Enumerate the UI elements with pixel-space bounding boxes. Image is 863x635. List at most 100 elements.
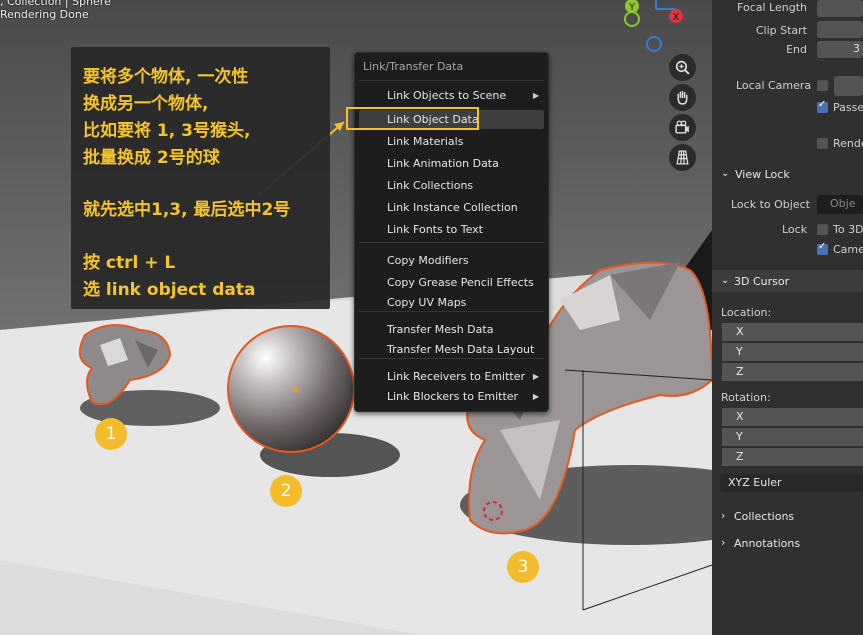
chevron-down-icon: ⌄ — [721, 275, 730, 286]
ortho-toggle-button[interactable] — [669, 144, 696, 171]
sphere-2 — [227, 325, 355, 453]
rotation-mode-select[interactable]: XYZ Euler — [720, 474, 863, 492]
local-camera-checkbox[interactable] — [817, 80, 828, 91]
local-camera-picker[interactable] — [834, 76, 863, 96]
clip-end-field[interactable]: 3 — [817, 41, 863, 58]
lock-label: Lock — [782, 223, 808, 236]
camera-to-view-checkbox[interactable] — [817, 241, 828, 255]
passepartout-checkbox[interactable] — [817, 99, 828, 113]
location-y-field[interactable]: Y — [722, 343, 863, 361]
menu-item-label: Link Instance Collection — [387, 201, 518, 214]
3d-cursor-header[interactable]: ⌄ 3D Cursor — [712, 270, 863, 292]
sphere-origin — [293, 387, 299, 393]
rotation-label: Rotation: — [721, 391, 771, 404]
annotations-header[interactable]: › Annotations — [712, 533, 863, 555]
clip-end-label: End — [786, 43, 807, 56]
navigation-gizmo[interactable]: Y X — [618, 0, 698, 60]
menu-item-link-animation-data[interactable]: Link Animation Data — [359, 154, 544, 173]
menu-item-label: Link Materials — [387, 135, 464, 148]
rotation-z-field[interactable]: Z — [722, 448, 863, 466]
rotation-y-field[interactable]: Y — [722, 428, 863, 446]
chevron-right-icon: › — [721, 509, 726, 522]
location-x-field[interactable]: X — [722, 323, 863, 341]
focal-length-field[interactable] — [817, 0, 863, 17]
view-lock-title: View Lock — [735, 168, 790, 181]
lock-object-placeholder: Obje — [830, 197, 856, 210]
hud-collection-text: , Collection | Sphere — [0, 0, 111, 8]
rotation-mode-value: XYZ Euler — [728, 476, 782, 489]
note-line-3: 比如要将 1, 3号猴头, — [83, 121, 251, 141]
3d-cursor-title: 3D Cursor — [734, 275, 790, 288]
annotation-note: 要将多个物体, 一次性 换成另一个物体, 比如要将 1, 3号猴头, 批量换成 … — [71, 47, 330, 309]
y-neg-handle — [624, 11, 640, 27]
menu-item-link-collections[interactable]: Link Collections — [359, 176, 544, 195]
highlight-box — [346, 107, 479, 130]
camera-to-view-label: Came — [833, 243, 863, 256]
note-line-4: 批量换成 2号的球 — [83, 148, 220, 168]
menu-item-copy-modifiers[interactable]: Copy Modifiers — [359, 251, 544, 270]
menu-item-copy-grease-pencil-effects[interactable]: Copy Grease Pencil Effects — [359, 273, 544, 292]
view-lock-header[interactable]: ⌄ View Lock — [712, 165, 863, 187]
properties-sidebar: Focal Length Clip Start End 3 Local Came… — [712, 0, 863, 635]
z-neg-handle — [646, 36, 662, 52]
pan-button[interactable] — [669, 84, 696, 111]
clip-start-label: Clip Start — [755, 24, 807, 37]
menu-item-label: Link Receivers to Emitter — [387, 370, 526, 383]
chevron-down-icon: ⌄ — [721, 168, 730, 179]
menu-item-label: Link Animation Data — [387, 157, 499, 170]
axis-label: Z — [736, 365, 744, 378]
menu-item-label: Copy Modifiers — [387, 254, 469, 267]
camera-view-icon — [675, 120, 689, 134]
menu-item-link-instance-collection[interactable]: Link Instance Collection — [359, 198, 544, 217]
note-line-5: 就先选中1,3, 最后选中2号 — [83, 200, 291, 220]
collections-title: Collections — [734, 510, 795, 523]
annotations-title: Annotations — [734, 537, 801, 550]
rotation-x-field[interactable]: X — [722, 408, 863, 426]
menu-divider — [359, 242, 544, 243]
camera-view-button[interactable] — [669, 114, 696, 141]
menu-item-link-fonts-to-text[interactable]: Link Fonts to Text — [359, 220, 544, 239]
clip-start-field[interactable] — [817, 21, 863, 38]
render-region-label: Rende — [833, 137, 863, 150]
clip-end-value: 3 — [853, 42, 860, 55]
axis-label: X — [736, 325, 744, 338]
hand-pan-icon — [677, 90, 688, 105]
axis-label: Y — [736, 345, 743, 358]
menu-item-label: Copy Grease Pencil Effects — [387, 276, 534, 289]
marker-2: 2 — [270, 475, 302, 507]
submenu-arrow-icon: ▶ — [532, 91, 539, 100]
menu-item-link-objects-to-scene[interactable]: Link Objects to Scene ▶ — [359, 86, 544, 105]
lock-to-cursor-checkbox[interactable] — [817, 224, 828, 235]
x-axis-label: X — [673, 12, 680, 23]
menu-item-transfer-mesh-data[interactable]: Transfer Mesh Data — [359, 320, 544, 339]
menu-item-transfer-mesh-data-layout[interactable]: Transfer Mesh Data Layout — [359, 340, 544, 359]
menu-item-link-receivers-to-emitter[interactable]: Link Receivers to Emitter ▶ — [359, 367, 544, 386]
menu-item-label: Link Objects to Scene — [387, 89, 507, 102]
location-z-field[interactable]: Z — [722, 363, 863, 381]
menu-item-label: Transfer Mesh Data — [387, 323, 494, 336]
grid-ortho-icon — [676, 150, 689, 165]
axis-label: Y — [736, 430, 743, 443]
lock-to-object-label: Lock to Object — [731, 198, 810, 211]
menu-item-copy-uv-maps[interactable]: Copy UV Maps — [359, 293, 544, 312]
lock-object-field[interactable]: Obje — [817, 195, 863, 214]
menu-item-label: Copy UV Maps — [387, 296, 467, 309]
note-line-2: 换成另一个物体, — [83, 94, 209, 114]
note-line-1: 要将多个物体, 一次性 — [83, 67, 249, 87]
lock-to-cursor-label: To 3D — [833, 223, 863, 236]
menu-item-link-materials[interactable]: Link Materials — [359, 132, 544, 151]
link-transfer-menu: Link/Transfer Data Link Objects to Scene… — [354, 52, 549, 412]
zoom-button[interactable] — [669, 54, 696, 81]
chevron-right-icon: › — [721, 536, 726, 549]
menu-item-label: Link Collections — [387, 179, 474, 192]
axis-label: X — [736, 410, 744, 423]
local-camera-label: Local Camera — [736, 79, 812, 92]
render-region-checkbox[interactable] — [817, 138, 828, 149]
axis-label: Z — [736, 450, 744, 463]
submenu-arrow-icon: ▶ — [532, 392, 539, 401]
note-line-7: 选 link object data — [83, 280, 256, 300]
collections-header[interactable]: › Collections — [712, 506, 863, 528]
focal-length-label: Focal Length — [737, 1, 807, 14]
menu-item-link-blockers-to-emitter[interactable]: Link Blockers to Emitter ▶ — [359, 387, 544, 406]
menu-title: Link/Transfer Data — [363, 60, 464, 73]
